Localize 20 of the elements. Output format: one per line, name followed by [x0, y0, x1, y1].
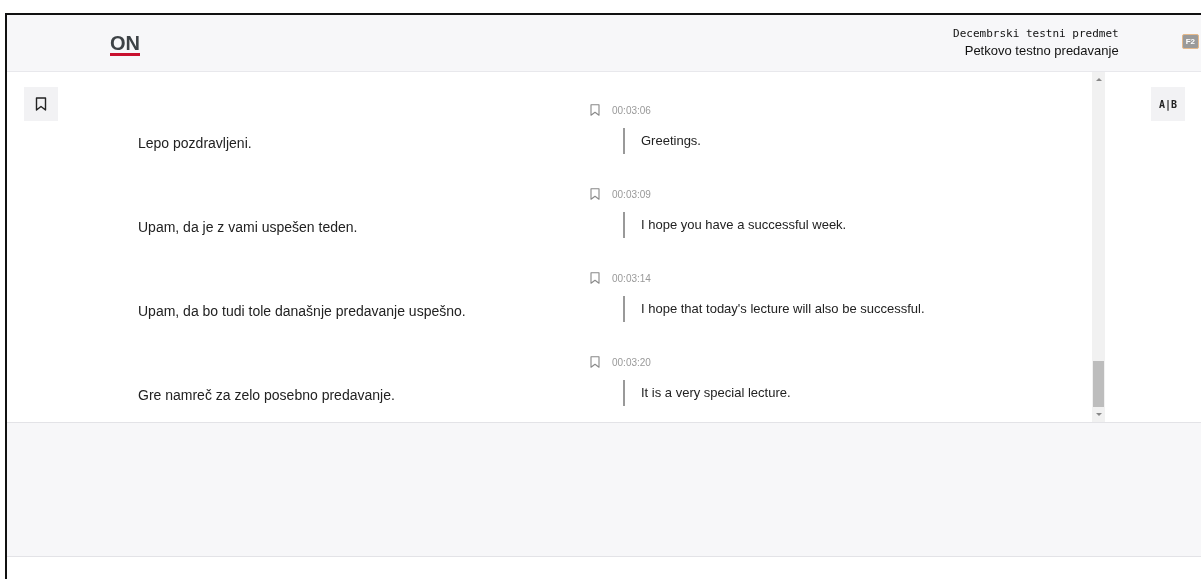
timestamp: 00:03:14	[612, 272, 651, 284]
bookmark-icon[interactable]	[590, 356, 600, 368]
source-sentence: Upam, da bo tudi tole današnje predavanje uspešno.	[137, 302, 467, 321]
bookmark-icon[interactable]	[590, 272, 600, 284]
timestamp: 00:03:09	[612, 188, 651, 200]
course-title: Decembrski testni predmet	[953, 26, 1119, 42]
timestamp: 00:03:06	[612, 104, 651, 116]
lecture-title: Petkovo testno predavanje	[963, 42, 1119, 60]
source-sentence: Upam, da je z vami uspešen teden.	[137, 218, 359, 237]
shortcut-badge: F2	[1181, 33, 1199, 49]
source-sentence: Gre namreč za zelo posebno predavanje.	[137, 386, 396, 405]
bookmark-icon	[35, 97, 47, 111]
bookmark-button[interactable]	[24, 87, 58, 121]
bookmark-icon[interactable]	[590, 188, 600, 200]
logo: ON	[110, 31, 140, 55]
compare-toggle-button[interactable]: A|B	[1151, 87, 1185, 121]
bookmark-icon[interactable]	[590, 104, 600, 116]
scrollbar[interactable]	[1092, 72, 1105, 422]
source-sentence: Lepo pozdravljeni.	[137, 134, 253, 153]
timestamp: 00:03:20	[612, 356, 651, 368]
